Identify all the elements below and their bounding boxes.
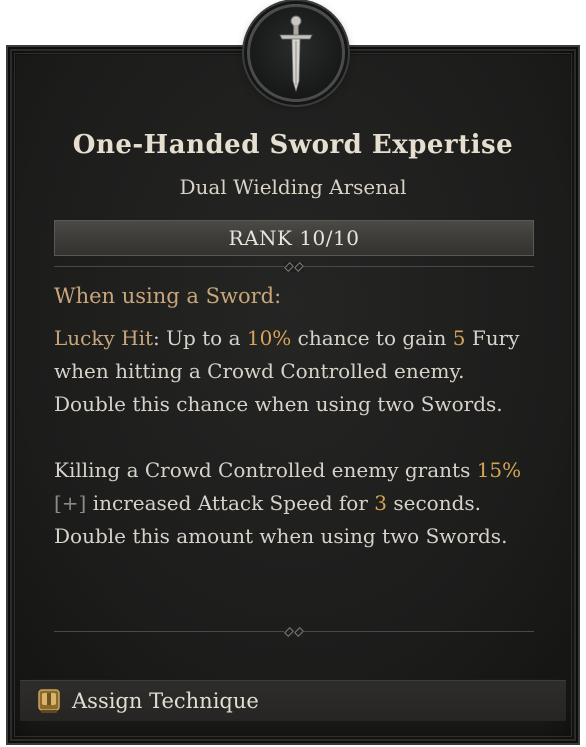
sword-emblem <box>247 4 345 102</box>
keybind-icon <box>38 689 60 713</box>
assign-technique-label: Assign Technique <box>72 689 259 713</box>
divider-top <box>54 262 534 272</box>
sword-icon <box>279 15 313 93</box>
skill-title: One-Handed Sword Expertise <box>72 130 514 160</box>
skill-description: Lucky Hit: Up to a 10% chance to gain 5 … <box>54 322 534 553</box>
rank-bar: RANK 10/10 <box>54 220 534 256</box>
fury-value: 5 <box>452 326 466 350</box>
duration-value: 3 <box>374 491 387 515</box>
assign-technique-button[interactable]: Assign Technique <box>20 680 566 721</box>
description-paragraph-1: Lucky Hit: Up to a 10% chance to gain 5 … <box>54 326 520 416</box>
skill-subtitle: Dual Wielding Arsenal <box>179 175 407 199</box>
scaling-indicator: [+] <box>54 491 87 515</box>
rank-label: RANK 10/10 <box>228 226 360 250</box>
condition-label: When using a Sword: <box>54 284 282 308</box>
chance-value: 10% <box>246 326 292 350</box>
description-paragraph-2: Killing a Crowd Controlled enemy grants … <box>54 458 522 548</box>
lucky-hit-keyword: Lucky Hit <box>54 326 154 350</box>
divider-bottom <box>54 627 534 637</box>
attack-speed-value: 15% <box>476 458 522 482</box>
